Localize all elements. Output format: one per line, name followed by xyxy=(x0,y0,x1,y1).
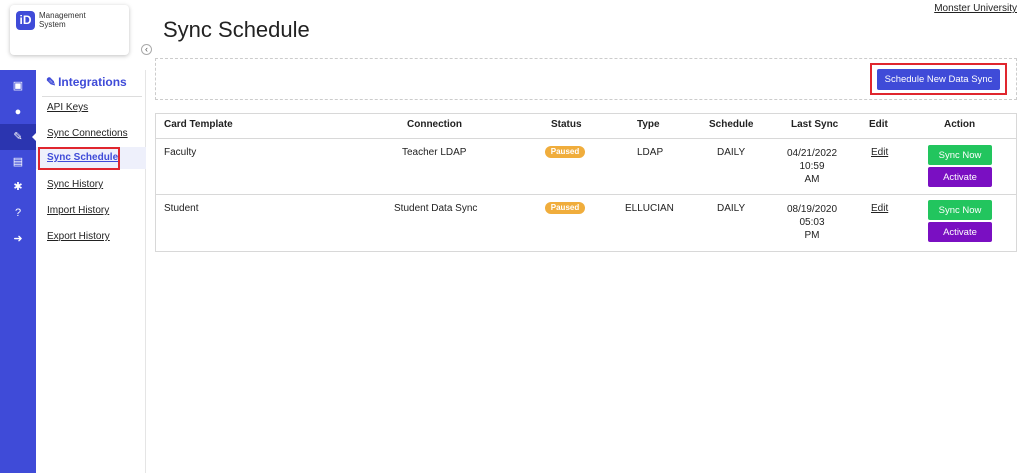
logo-text: Management System xyxy=(39,11,86,29)
sync-schedule-table: Card Template Connection Status Type Sch… xyxy=(155,113,1017,252)
page-title: Sync Schedule xyxy=(163,17,310,42)
sidebar-item-export-history[interactable]: Export History xyxy=(36,226,146,248)
sidebar-item-import-history[interactable]: Import History xyxy=(36,200,146,222)
organization-link[interactable]: Monster University xyxy=(934,3,1017,14)
id-card-icon[interactable]: ▣ xyxy=(11,79,25,93)
column-header: Status xyxy=(551,119,582,130)
sidebar-section-title: ✎ Integrations xyxy=(46,75,127,89)
cell-last-sync: 08/19/2020 05:03 PM xyxy=(786,204,838,241)
sidebar-item-sync-history[interactable]: Sync History xyxy=(36,174,146,196)
column-header: Last Sync xyxy=(791,119,839,130)
logout-icon[interactable]: ➜ xyxy=(11,232,25,246)
logo-mark: iD xyxy=(16,11,35,30)
app-logo[interactable]: iD Management System xyxy=(10,5,129,55)
column-header: Card Template xyxy=(164,119,233,130)
highlight-box xyxy=(870,63,1007,95)
sidebar-item-sync-connections[interactable]: Sync Connections xyxy=(36,123,146,145)
header-divider xyxy=(156,138,1016,139)
row-divider xyxy=(156,194,1016,195)
help-icon[interactable]: ? xyxy=(11,206,25,220)
activate-button[interactable]: Activate xyxy=(928,167,992,187)
chat-icon[interactable]: ● xyxy=(11,105,25,119)
cell-connection: Teacher LDAP xyxy=(402,147,467,158)
column-header: Schedule xyxy=(709,119,754,130)
integrations-sidebar: ✎ Integrations API Keys Sync Connections … xyxy=(36,70,146,473)
highlight-box xyxy=(38,147,120,170)
edit-link[interactable]: Edit xyxy=(871,203,888,214)
icon-rail: ▣ ● ✎ ▤ ✱ ? ➜ xyxy=(0,70,37,473)
pencil-icon: ✎ xyxy=(46,75,57,89)
activate-button[interactable]: Activate xyxy=(928,222,992,242)
cell-type: LDAP xyxy=(637,147,664,158)
column-header: Connection xyxy=(407,119,462,130)
sidebar-item-api-keys[interactable]: API Keys xyxy=(36,97,146,119)
cell-type: ELLUCIAN xyxy=(625,203,674,214)
cell-last-sync: 04/21/2022 10:59 AM xyxy=(786,148,838,185)
collapse-sidebar-button[interactable]: ‹ xyxy=(141,44,152,55)
edit-link[interactable]: Edit xyxy=(871,147,888,158)
cell-connection: Student Data Sync xyxy=(394,203,478,214)
gear-icon[interactable]: ✱ xyxy=(11,180,25,194)
cell-template: Student xyxy=(164,203,199,214)
cell-schedule: DAILY xyxy=(717,203,746,214)
document-icon[interactable]: ▤ xyxy=(11,155,25,169)
column-header: Edit xyxy=(869,119,888,130)
status-badge: Paused xyxy=(545,146,585,158)
column-header: Type xyxy=(637,119,660,130)
cell-template: Faculty xyxy=(164,147,197,158)
cell-schedule: DAILY xyxy=(717,147,746,158)
sync-now-button[interactable]: Sync Now xyxy=(928,200,992,220)
plug-icon[interactable]: ✎ xyxy=(0,124,37,150)
sync-now-button[interactable]: Sync Now xyxy=(928,145,992,165)
column-header: Action xyxy=(944,119,976,130)
status-badge: Paused xyxy=(545,202,585,214)
